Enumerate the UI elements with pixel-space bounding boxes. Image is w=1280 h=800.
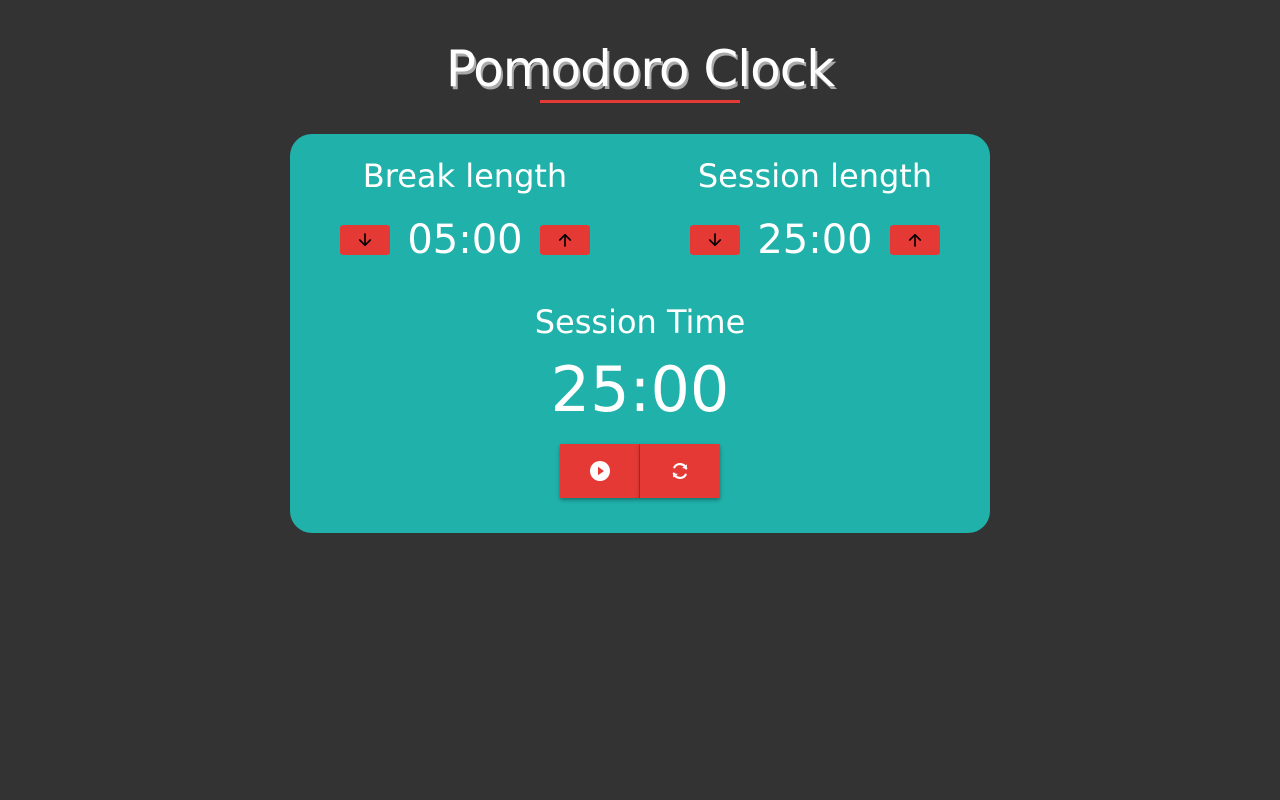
break-length-control: Break length 05:00 xyxy=(340,154,590,264)
header: Pomodoro Clock xyxy=(0,38,1280,100)
title-underline xyxy=(540,100,740,103)
play-button[interactable] xyxy=(560,444,640,498)
clock-card: Break length 05:00 Session length 25:00 … xyxy=(290,134,990,533)
arrow-down-icon xyxy=(358,233,372,247)
session-decrement-button[interactable] xyxy=(690,225,740,255)
session-increment-button[interactable] xyxy=(890,225,940,255)
break-length-value: 05:00 xyxy=(407,217,523,263)
break-length-label: Break length xyxy=(362,157,568,195)
arrow-up-icon xyxy=(558,233,572,247)
timer-display: 25:00 xyxy=(550,353,730,426)
session-length-value: 25:00 xyxy=(757,217,873,263)
session-length-control: Session length 25:00 xyxy=(690,154,940,264)
play-circle-icon xyxy=(589,461,610,481)
arrow-up-icon xyxy=(908,233,922,247)
break-increment-button[interactable] xyxy=(540,225,590,255)
session-length-label: Session length xyxy=(697,157,933,195)
page-title: Pomodoro Clock xyxy=(445,40,835,98)
timer-label: Session Time xyxy=(534,303,746,341)
refresh-icon xyxy=(672,462,688,480)
reset-button[interactable] xyxy=(640,444,720,498)
arrow-down-icon xyxy=(708,233,722,247)
break-decrement-button[interactable] xyxy=(340,225,390,255)
